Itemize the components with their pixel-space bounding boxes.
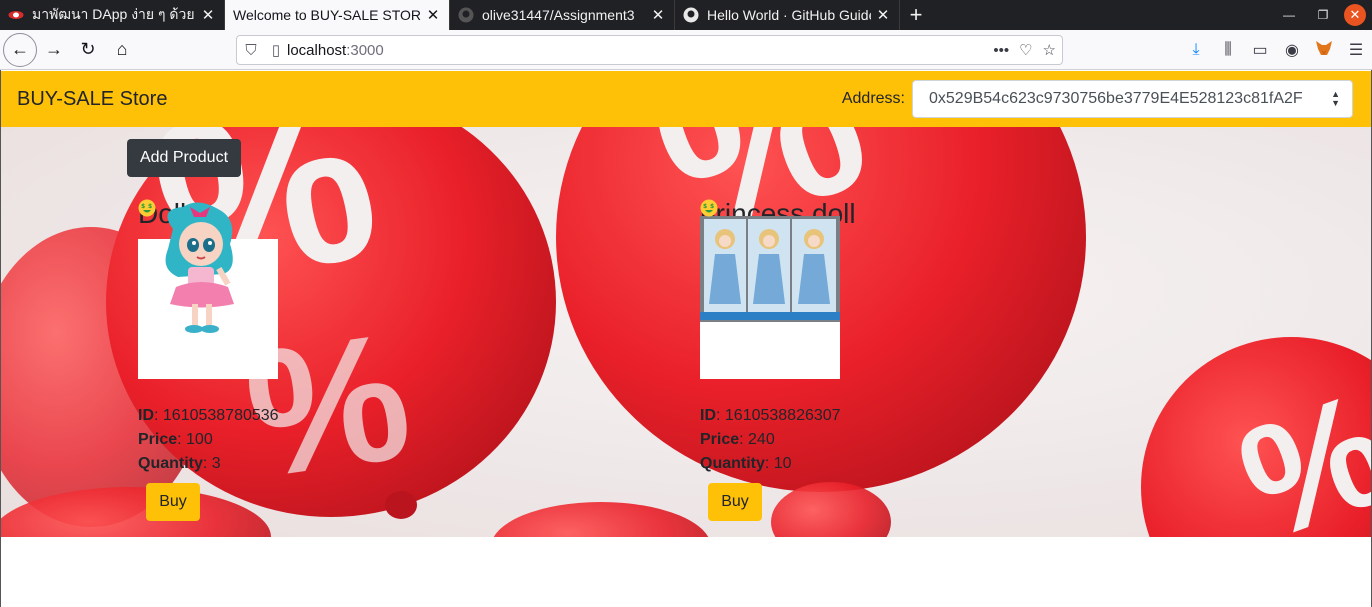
product-quantity: : 10 — [764, 455, 792, 472]
svg-text:$: $ — [148, 203, 152, 210]
product-id: : 1610538780536 — [154, 407, 279, 424]
quantity-label: Quantity — [138, 455, 203, 472]
back-button[interactable]: ← — [3, 32, 37, 67]
buy-button[interactable]: Buy — [708, 483, 762, 521]
hero-section: % % % % Add Product Doll ID: 16105387805… — [1, 127, 1371, 537]
minimize-icon[interactable]: — — [1272, 8, 1306, 22]
close-tab-icon[interactable]: ✕ — [650, 6, 666, 24]
close-window-icon[interactable]: ✕ — [1344, 4, 1366, 26]
product-image — [700, 216, 840, 379]
product-meta: ID: 1610538826307 Price: $ $ 240 Quantity… — [700, 199, 1000, 476]
tab-title: Welcome to BUY-SALE STORE — [233, 7, 421, 23]
product-image — [138, 202, 278, 379]
library-icon[interactable]: ⫼ — [1212, 41, 1244, 59]
product-id-row: ID: 1610538780536 — [138, 404, 438, 428]
product-quantity-row: Quantity: 10 — [700, 452, 1000, 476]
url-host: localhost — [287, 41, 347, 59]
product-price: 240 — [748, 431, 775, 448]
pocket-icon[interactable]: ♡ — [1019, 41, 1032, 59]
brand-title[interactable]: BUY-SALE Store — [17, 88, 167, 111]
account-icon[interactable]: ◉ — [1276, 40, 1308, 60]
product-price: 100 — [186, 431, 213, 448]
url-bar[interactable]: ⛉ ▯ localhost:3000 ••• ♡ ☆ — [236, 35, 1063, 65]
price-label: Price — [138, 431, 178, 448]
address-select[interactable]: 0x529B54c623c9730756be3779E4E528123c81fA… — [912, 80, 1353, 118]
address-label: Address: — [841, 90, 905, 107]
product-id: : 1610538826307 — [716, 407, 841, 424]
address-value: 0x529B54c623c9730756be3779E4E528123c81fA… — [929, 90, 1303, 107]
tab-title: Hello World · GitHub Guides — [707, 7, 871, 23]
github-icon — [458, 7, 474, 23]
page-icon[interactable]: ▯ — [265, 41, 287, 59]
add-product-button[interactable]: Add Product — [127, 139, 241, 177]
maximize-icon[interactable]: ❐ — [1306, 8, 1340, 22]
id-label: ID — [138, 407, 154, 424]
product-card: princess doll ID: 1610538826307 Price: $… — [700, 199, 1000, 521]
tab-title: olive31447/Assignment3 — [482, 7, 635, 23]
buy-button[interactable]: Buy — [146, 483, 200, 521]
browser-tab-3[interactable]: Hello World · GitHub Guides ✕ — [675, 0, 900, 30]
product-price-row: Price: $ $ 240 — [700, 199, 1000, 452]
product-quantity-row: Quantity: 3 — [138, 452, 438, 476]
product-id-row: ID: 1610538826307 — [700, 404, 1000, 428]
forward-button[interactable]: → — [37, 33, 71, 67]
quantity-label: Quantity — [700, 455, 765, 472]
menu-icon[interactable]: ☰ — [1340, 40, 1372, 60]
github-icon — [683, 7, 699, 23]
download-icon[interactable]: ⤓ — [1180, 41, 1212, 59]
bookmark-star-icon[interactable]: ☆ — [1043, 41, 1056, 59]
url-port: :3000 — [346, 41, 384, 59]
browser-tab-2[interactable]: olive31447/Assignment3 ✕ — [450, 0, 675, 30]
new-tab-button[interactable]: + — [900, 0, 932, 30]
product-price-row: Price: $ $ 100 — [138, 199, 438, 452]
browser-tab-1[interactable]: Welcome to BUY-SALE STORE ✕ — [225, 0, 450, 30]
tab-title: มาพัฒนา DApp ง่าย ๆ ด้วย — [32, 6, 195, 22]
sidebar-icon[interactable]: ▭ — [1244, 40, 1276, 60]
home-button[interactable]: ⌂ — [105, 33, 139, 67]
select-caret-icon: ▲ ▼ — [1331, 89, 1340, 108]
close-tab-icon[interactable]: ✕ — [425, 6, 441, 24]
browser-nav-bar: ← → ↻ ⌂ ⛉ ▯ localhost:3000 ••• ♡ ☆ ⤓ ⫼ ▭… — [0, 30, 1372, 70]
reload-button[interactable]: ↻ — [71, 33, 105, 67]
price-label: Price — [700, 431, 740, 448]
close-tab-icon[interactable]: ✕ — [200, 6, 216, 24]
window-controls: — ❐ ✕ — [1272, 0, 1372, 30]
id-label: ID — [700, 407, 716, 424]
browser-tab-strip: มาพัฒนา DApp ง่าย ๆ ด้วย ✕ Welcome to BU… — [0, 0, 1372, 30]
product-quantity: : 3 — [202, 455, 221, 472]
red-lens-icon — [8, 7, 24, 23]
product-meta: ID: 1610538780536 Price: $ $ 100 Quantity… — [138, 199, 438, 476]
shield-icon[interactable]: ⛉ — [237, 42, 265, 59]
svg-text:$: $ — [703, 203, 707, 210]
money-face-icon: $ $ — [700, 199, 718, 217]
toolbar-icons: ⤓ ⫼ ▭ ◉ ☰ — [1180, 30, 1372, 70]
svg-text:$: $ — [141, 203, 145, 210]
product-card: Doll ID: 1610538780536 Price: $ $ 100 Qua… — [138, 199, 438, 521]
browser-tab-0[interactable]: มาพัฒนา DApp ง่าย ๆ ด้วย ✕ — [0, 0, 225, 30]
more-actions-icon[interactable]: ••• — [993, 42, 1009, 59]
money-face-icon: $ $ — [138, 199, 156, 217]
metamask-fox-icon[interactable] — [1308, 40, 1340, 61]
svg-text:$: $ — [710, 203, 714, 210]
close-tab-icon[interactable]: ✕ — [875, 6, 891, 24]
app-navbar: BUY-SALE Store Address: 0x529B54c623c973… — [1, 71, 1371, 127]
